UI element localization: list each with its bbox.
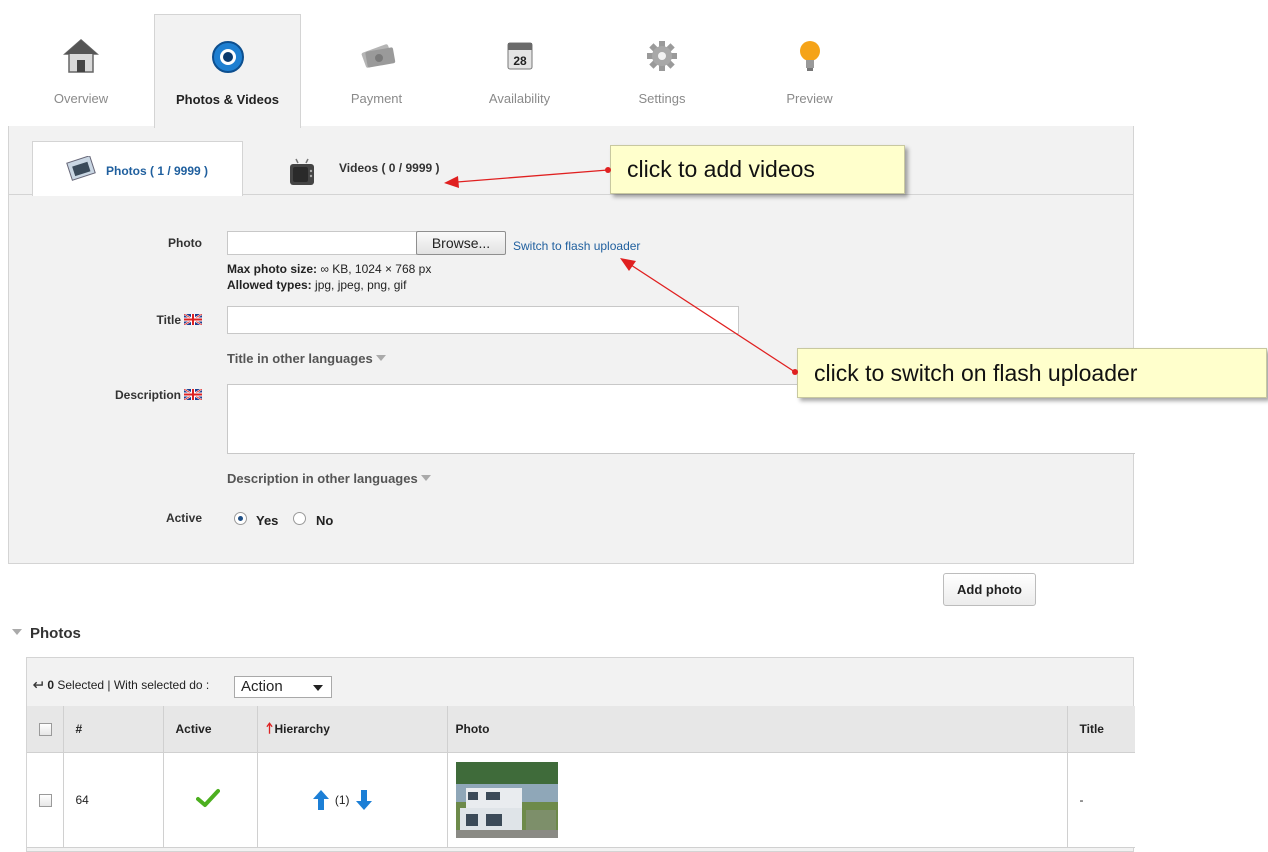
column-header-title[interactable]: Title [1067,706,1135,753]
column-header-hierarchy: Hierarchy [274,721,330,736]
select-all-cell [27,706,64,753]
callout-flash-uploader: click to switch on flash uploader [797,348,1267,398]
media-sub-tabs: Photos ( 1 / 9999 ) Videos ( 0 / 9999 ) [9,126,1133,196]
select-all-checkbox[interactable] [39,722,52,736]
photos-section-toggle[interactable]: Photos [12,625,81,642]
active-yes-label: Yes [256,513,279,528]
calendar-day: 28 [513,54,527,68]
row-id: 64 [63,752,164,848]
photos-table-panel: 0 Selected | With selected do : Action #… [26,657,1135,852]
triangle-down-icon [375,355,386,361]
active-label: Active [165,511,202,525]
title-input[interactable] [227,306,739,334]
selected-count: 0 [47,678,55,692]
move-down-arrow-icon[interactable] [355,789,373,811]
allowed-types-value: jpg, jpeg, png, gif [315,278,407,292]
column-header-number[interactable]: # [63,706,164,753]
description-label-wrap: Description [9,388,202,402]
checkmark-icon[interactable] [195,788,220,808]
title-label: Title [156,313,181,327]
tv-icon [290,158,314,185]
title-label-wrap: Title [9,313,202,327]
max-size-value: ∞ KB, 1024 × 768 px [320,262,432,276]
upload-panel: Photos ( 1 / 9999 ) Videos ( 0 / 9999 ) … [8,126,1135,564]
photo-file-input[interactable] [227,231,417,255]
add-photo-button[interactable]: Add photo [943,573,1036,606]
calendar-icon: 28 [507,42,532,70]
bulk-action-select[interactable]: Action [234,676,332,698]
uk-flag-icon [184,389,202,400]
callout-add-videos: click to add videos [610,145,905,194]
triangle-down-icon [12,629,22,635]
tab-label: Preview [786,91,833,106]
row-select-cell [27,752,64,848]
house-icon [63,39,99,73]
gear-icon [647,41,677,71]
tab-settings[interactable]: Settings [587,14,737,127]
row-photo-cell [447,752,1068,848]
column-header-hierarchy-cell[interactable]: Hierarchy [257,706,448,753]
tab-photos-videos[interactable]: Photos & Videos [154,14,301,128]
column-header-photo[interactable]: Photo [447,706,1068,753]
bulk-action-value: Action [241,678,283,695]
photos-tab-label: Photos ( 1 / 9999 ) [106,164,209,178]
lightbulb-icon [799,41,820,71]
allowed-types-hint: Allowed types: jpg, jpeg, png, gif [227,278,406,292]
money-icon [361,44,395,68]
tab-label: Overview [53,91,109,106]
max-size-label: Max photo size: [227,262,318,276]
tab-label: Settings [638,91,686,106]
row-checkbox[interactable] [39,793,52,807]
description-label: Description [114,388,181,402]
photo-icon [66,156,96,181]
videos-tab-label: Videos ( 0 / 9999 ) [339,161,440,175]
table-row: 64 (1) - [27,752,1135,848]
uk-flag-icon [184,314,202,325]
bulk-action-bar: 0 Selected | With selected do : [32,678,210,692]
active-no-label: No [316,513,334,528]
tab-photos[interactable]: Photos ( 1 / 9999 ) [32,141,243,196]
photos-section-title: Photos [30,625,81,642]
move-up-arrow-icon[interactable] [312,789,330,811]
row-hierarchy-cell: (1) [257,752,448,848]
tab-videos[interactable]: Videos ( 0 / 9999 ) [289,141,489,195]
top-tab-bar: Overview Photos & Videos Payment 28 Avai… [8,0,1134,128]
photo-label: Photo [168,236,202,250]
tab-payment[interactable]: Payment [301,14,452,127]
tab-overview[interactable]: Overview [8,14,154,127]
tab-preview[interactable]: Preview [737,14,882,127]
row-active-cell [163,752,258,848]
selected-text: Selected | With selected do : [57,678,210,692]
title-other-languages-toggle[interactable]: Title in other languages [227,351,386,366]
tab-availability[interactable]: 28 Availability [452,14,587,127]
table-header-row: # Active Hierarchy Photo Title [27,706,1135,753]
row-hierarchy-value: (1) [334,792,350,807]
flash-uploader-link[interactable]: Switch to flash uploader [513,239,640,253]
browse-button[interactable]: Browse... [416,231,506,255]
title-other-languages-text: Title in other languages [227,351,373,366]
column-header-active[interactable]: Active [163,706,258,753]
active-no-radio[interactable] [293,512,306,525]
return-arrow-icon [32,681,43,689]
allowed-types-label: Allowed types: [227,278,312,292]
tab-label: Photos & Videos [175,92,280,107]
tab-label: Availability [488,91,551,106]
sort-arrow-up-icon [265,721,273,734]
max-size-hint: Max photo size: ∞ KB, 1024 × 768 px [227,262,431,276]
description-other-languages-toggle[interactable]: Description in other languages [227,471,431,486]
triangle-down-icon [420,475,431,481]
chevron-down-icon [313,685,323,691]
description-other-languages-text: Description in other languages [227,471,418,486]
house-photo-thumbnail[interactable] [455,761,558,838]
camera-lens-icon [211,41,244,73]
row-title: - [1067,752,1135,848]
photos-table: # Active Hierarchy Photo Title 64 (1) - [27,706,1135,848]
tab-label: Payment [350,91,403,106]
active-yes-radio[interactable] [234,512,247,525]
